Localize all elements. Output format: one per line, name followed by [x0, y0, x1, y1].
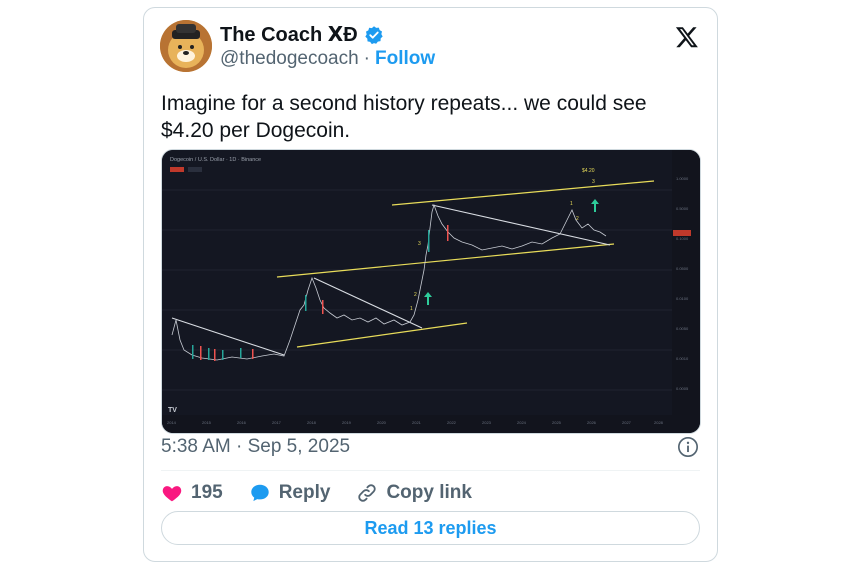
verified-badge-icon: [364, 25, 383, 44]
wave-label: 2: [576, 216, 579, 222]
divider: [161, 470, 700, 471]
x-tick-label: 2014: [167, 420, 177, 425]
reply-label: Reply: [278, 482, 331, 503]
x-tick-label: 2026: [587, 420, 597, 425]
x-tick-label: 2022: [447, 420, 457, 425]
link-icon: [358, 484, 377, 502]
x-tick-label: 2024: [517, 420, 527, 425]
tweet-card: The Coach ⅩĐ @thedogecoach · Follow Imag…: [143, 7, 718, 562]
avatar[interactable]: [160, 20, 212, 72]
target-label: $4.20: [582, 168, 595, 174]
x-tick-label: 2025: [552, 420, 562, 425]
svg-text:0.1000: 0.1000: [676, 236, 689, 241]
chart-image[interactable]: Dogecoin / U.S. Dollar · 1D · Binance 1.…: [161, 149, 701, 434]
svg-text:0.5000: 0.5000: [676, 206, 689, 211]
wave-label: 2: [414, 292, 417, 298]
like-button[interactable]: 195: [161, 482, 223, 504]
wave-label: 1: [570, 201, 573, 207]
handle-separator: ·: [363, 48, 370, 69]
x-tick-label: 2018: [307, 420, 317, 425]
tweet-text: Imagine for a second history repeats... …: [161, 92, 647, 142]
x-tick-label: 2027: [622, 420, 632, 425]
like-count: 195: [191, 482, 223, 503]
author-handle[interactable]: @thedogecoach: [220, 48, 359, 70]
wave-label: 1: [410, 306, 413, 312]
read-replies-button[interactable]: Read 13 replies: [161, 511, 700, 545]
reply-button[interactable]: Reply: [249, 482, 331, 504]
author-display-name[interactable]: The Coach ⅩĐ: [220, 22, 358, 47]
svg-text:0.0005: 0.0005: [676, 386, 689, 391]
chart-header: Dogecoin / U.S. Dollar · 1D · Binance: [170, 157, 261, 163]
wave-label: 3: [592, 179, 595, 185]
reply-bubble-icon: [250, 484, 269, 502]
x-tick-label: 2021: [412, 420, 422, 425]
x-tick-label: 2017: [272, 420, 282, 425]
engagement-bar: 195 Reply Copy link: [161, 479, 498, 507]
svg-text:0.0050: 0.0050: [676, 326, 689, 331]
svg-text:0.0500: 0.0500: [676, 266, 689, 271]
copy-link-button[interactable]: Copy link: [356, 482, 472, 504]
tweet-timestamp[interactable]: 5:38 AM · Sep 5, 2025: [161, 436, 350, 458]
x-tick-label: 2028: [654, 420, 664, 425]
author-handle-row: @thedogecoach · Follow: [220, 48, 435, 70]
x-tick-label: 2015: [202, 420, 212, 425]
svg-text:1.0000: 1.0000: [676, 176, 689, 181]
tradingview-logo: TV: [168, 407, 177, 414]
x-logo-icon[interactable]: [675, 25, 699, 49]
svg-text:0.0010: 0.0010: [676, 356, 689, 361]
x-tick-label: 2016: [237, 420, 247, 425]
x-tick-label: 2019: [342, 420, 352, 425]
x-tick-label: 2020: [377, 420, 387, 425]
copy-link-label: Copy link: [386, 482, 472, 503]
x-tick-label: 2023: [482, 420, 492, 425]
info-icon[interactable]: [677, 436, 699, 458]
author-name-row: The Coach ⅩĐ: [220, 22, 384, 47]
follow-button[interactable]: Follow: [375, 48, 435, 70]
svg-text:0.0100: 0.0100: [676, 296, 689, 301]
heart-icon: [162, 486, 182, 502]
wave-label: 3: [418, 241, 421, 247]
